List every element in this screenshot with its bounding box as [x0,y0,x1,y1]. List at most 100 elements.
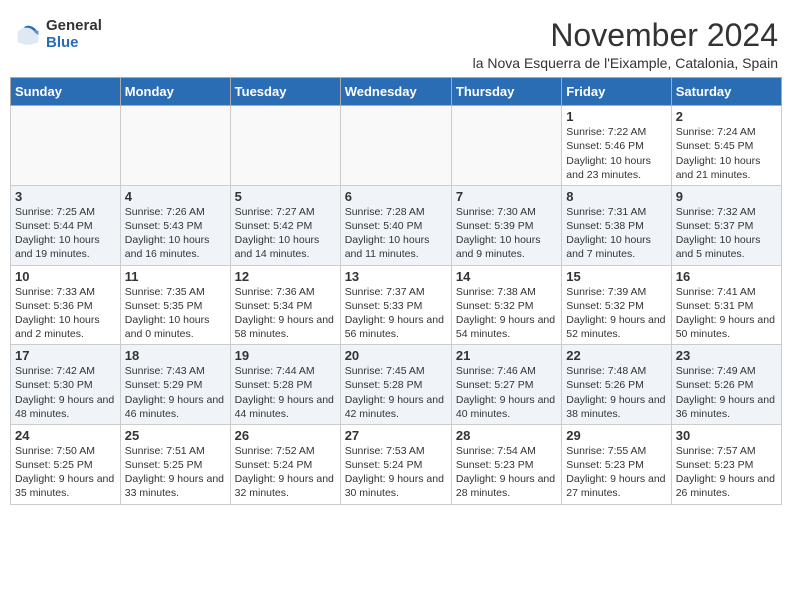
logo-blue: Blue [46,35,102,52]
column-header-sunday: Sunday [11,78,121,106]
day-info: Sunrise: 7:53 AM Sunset: 5:24 PM Dayligh… [345,444,447,501]
logo-text: General Blue [46,18,102,51]
calendar-cell: 10Sunrise: 7:33 AM Sunset: 5:36 PM Dayli… [11,265,121,345]
calendar-cell: 21Sunrise: 7:46 AM Sunset: 5:27 PM Dayli… [451,345,561,425]
day-info: Sunrise: 7:43 AM Sunset: 5:29 PM Dayligh… [125,364,226,421]
day-number: 16 [676,269,777,284]
calendar-cell: 11Sunrise: 7:35 AM Sunset: 5:35 PM Dayli… [120,265,230,345]
calendar-cell: 22Sunrise: 7:48 AM Sunset: 5:26 PM Dayli… [562,345,671,425]
calendar-cell: 23Sunrise: 7:49 AM Sunset: 5:26 PM Dayli… [671,345,781,425]
calendar-cell: 29Sunrise: 7:55 AM Sunset: 5:23 PM Dayli… [562,424,671,504]
day-number: 27 [345,428,447,443]
calendar-week-row: 10Sunrise: 7:33 AM Sunset: 5:36 PM Dayli… [11,265,782,345]
calendar-cell: 27Sunrise: 7:53 AM Sunset: 5:24 PM Dayli… [340,424,451,504]
calendar-cell: 12Sunrise: 7:36 AM Sunset: 5:34 PM Dayli… [230,265,340,345]
day-number: 22 [566,348,666,363]
day-number: 12 [235,269,336,284]
day-info: Sunrise: 7:45 AM Sunset: 5:28 PM Dayligh… [345,364,447,421]
calendar-cell: 26Sunrise: 7:52 AM Sunset: 5:24 PM Dayli… [230,424,340,504]
calendar-cell [451,106,561,186]
day-number: 6 [345,189,447,204]
day-info: Sunrise: 7:35 AM Sunset: 5:35 PM Dayligh… [125,285,226,342]
day-info: Sunrise: 7:52 AM Sunset: 5:24 PM Dayligh… [235,444,336,501]
month-title: November 2024 [473,18,778,53]
day-number: 24 [15,428,116,443]
column-header-thursday: Thursday [451,78,561,106]
day-number: 30 [676,428,777,443]
calendar-cell: 17Sunrise: 7:42 AM Sunset: 5:30 PM Dayli… [11,345,121,425]
day-info: Sunrise: 7:50 AM Sunset: 5:25 PM Dayligh… [15,444,116,501]
day-number: 11 [125,269,226,284]
column-header-friday: Friday [562,78,671,106]
calendar-cell: 25Sunrise: 7:51 AM Sunset: 5:25 PM Dayli… [120,424,230,504]
calendar-cell: 6Sunrise: 7:28 AM Sunset: 5:40 PM Daylig… [340,185,451,265]
calendar-cell: 28Sunrise: 7:54 AM Sunset: 5:23 PM Dayli… [451,424,561,504]
day-info: Sunrise: 7:28 AM Sunset: 5:40 PM Dayligh… [345,205,447,262]
day-number: 23 [676,348,777,363]
day-info: Sunrise: 7:39 AM Sunset: 5:32 PM Dayligh… [566,285,666,342]
day-number: 26 [235,428,336,443]
calendar-header-row: SundayMondayTuesdayWednesdayThursdayFrid… [11,78,782,106]
page-header: General Blue November 2024 la Nova Esque… [10,10,782,71]
calendar-week-row: 1Sunrise: 7:22 AM Sunset: 5:46 PM Daylig… [11,106,782,186]
day-info: Sunrise: 7:55 AM Sunset: 5:23 PM Dayligh… [566,444,666,501]
calendar-cell: 30Sunrise: 7:57 AM Sunset: 5:23 PM Dayli… [671,424,781,504]
day-info: Sunrise: 7:25 AM Sunset: 5:44 PM Dayligh… [15,205,116,262]
day-info: Sunrise: 7:42 AM Sunset: 5:30 PM Dayligh… [15,364,116,421]
calendar-table: SundayMondayTuesdayWednesdayThursdayFrid… [10,77,782,504]
day-number: 7 [456,189,557,204]
calendar-cell: 14Sunrise: 7:38 AM Sunset: 5:32 PM Dayli… [451,265,561,345]
day-info: Sunrise: 7:36 AM Sunset: 5:34 PM Dayligh… [235,285,336,342]
day-info: Sunrise: 7:32 AM Sunset: 5:37 PM Dayligh… [676,205,777,262]
calendar-cell [230,106,340,186]
column-header-saturday: Saturday [671,78,781,106]
day-info: Sunrise: 7:37 AM Sunset: 5:33 PM Dayligh… [345,285,447,342]
calendar-cell: 24Sunrise: 7:50 AM Sunset: 5:25 PM Dayli… [11,424,121,504]
calendar-cell: 9Sunrise: 7:32 AM Sunset: 5:37 PM Daylig… [671,185,781,265]
calendar-cell: 13Sunrise: 7:37 AM Sunset: 5:33 PM Dayli… [340,265,451,345]
calendar-cell: 19Sunrise: 7:44 AM Sunset: 5:28 PM Dayli… [230,345,340,425]
calendar-cell: 3Sunrise: 7:25 AM Sunset: 5:44 PM Daylig… [11,185,121,265]
day-number: 15 [566,269,666,284]
calendar-cell [120,106,230,186]
calendar-cell [340,106,451,186]
day-info: Sunrise: 7:33 AM Sunset: 5:36 PM Dayligh… [15,285,116,342]
day-number: 10 [15,269,116,284]
day-info: Sunrise: 7:48 AM Sunset: 5:26 PM Dayligh… [566,364,666,421]
calendar-cell: 15Sunrise: 7:39 AM Sunset: 5:32 PM Dayli… [562,265,671,345]
day-number: 8 [566,189,666,204]
day-info: Sunrise: 7:44 AM Sunset: 5:28 PM Dayligh… [235,364,336,421]
logo: General Blue [14,18,102,51]
day-number: 28 [456,428,557,443]
day-info: Sunrise: 7:26 AM Sunset: 5:43 PM Dayligh… [125,205,226,262]
calendar-cell: 18Sunrise: 7:43 AM Sunset: 5:29 PM Dayli… [120,345,230,425]
day-number: 3 [15,189,116,204]
day-info: Sunrise: 7:27 AM Sunset: 5:42 PM Dayligh… [235,205,336,262]
logo-general: General [46,18,102,35]
day-number: 29 [566,428,666,443]
day-number: 25 [125,428,226,443]
day-number: 18 [125,348,226,363]
location: la Nova Esquerra de l'Eixample, Cataloni… [473,55,778,71]
logo-icon [14,21,42,49]
calendar-cell: 7Sunrise: 7:30 AM Sunset: 5:39 PM Daylig… [451,185,561,265]
calendar-cell: 16Sunrise: 7:41 AM Sunset: 5:31 PM Dayli… [671,265,781,345]
day-info: Sunrise: 7:57 AM Sunset: 5:23 PM Dayligh… [676,444,777,501]
day-info: Sunrise: 7:22 AM Sunset: 5:46 PM Dayligh… [566,125,666,182]
day-info: Sunrise: 7:30 AM Sunset: 5:39 PM Dayligh… [456,205,557,262]
day-number: 1 [566,109,666,124]
day-info: Sunrise: 7:31 AM Sunset: 5:38 PM Dayligh… [566,205,666,262]
column-header-wednesday: Wednesday [340,78,451,106]
calendar-week-row: 24Sunrise: 7:50 AM Sunset: 5:25 PM Dayli… [11,424,782,504]
calendar-cell: 20Sunrise: 7:45 AM Sunset: 5:28 PM Dayli… [340,345,451,425]
day-number: 21 [456,348,557,363]
calendar-cell: 8Sunrise: 7:31 AM Sunset: 5:38 PM Daylig… [562,185,671,265]
calendar-cell [11,106,121,186]
day-number: 17 [15,348,116,363]
day-number: 20 [345,348,447,363]
day-number: 14 [456,269,557,284]
day-number: 4 [125,189,226,204]
day-info: Sunrise: 7:38 AM Sunset: 5:32 PM Dayligh… [456,285,557,342]
calendar-cell: 4Sunrise: 7:26 AM Sunset: 5:43 PM Daylig… [120,185,230,265]
calendar-week-row: 3Sunrise: 7:25 AM Sunset: 5:44 PM Daylig… [11,185,782,265]
